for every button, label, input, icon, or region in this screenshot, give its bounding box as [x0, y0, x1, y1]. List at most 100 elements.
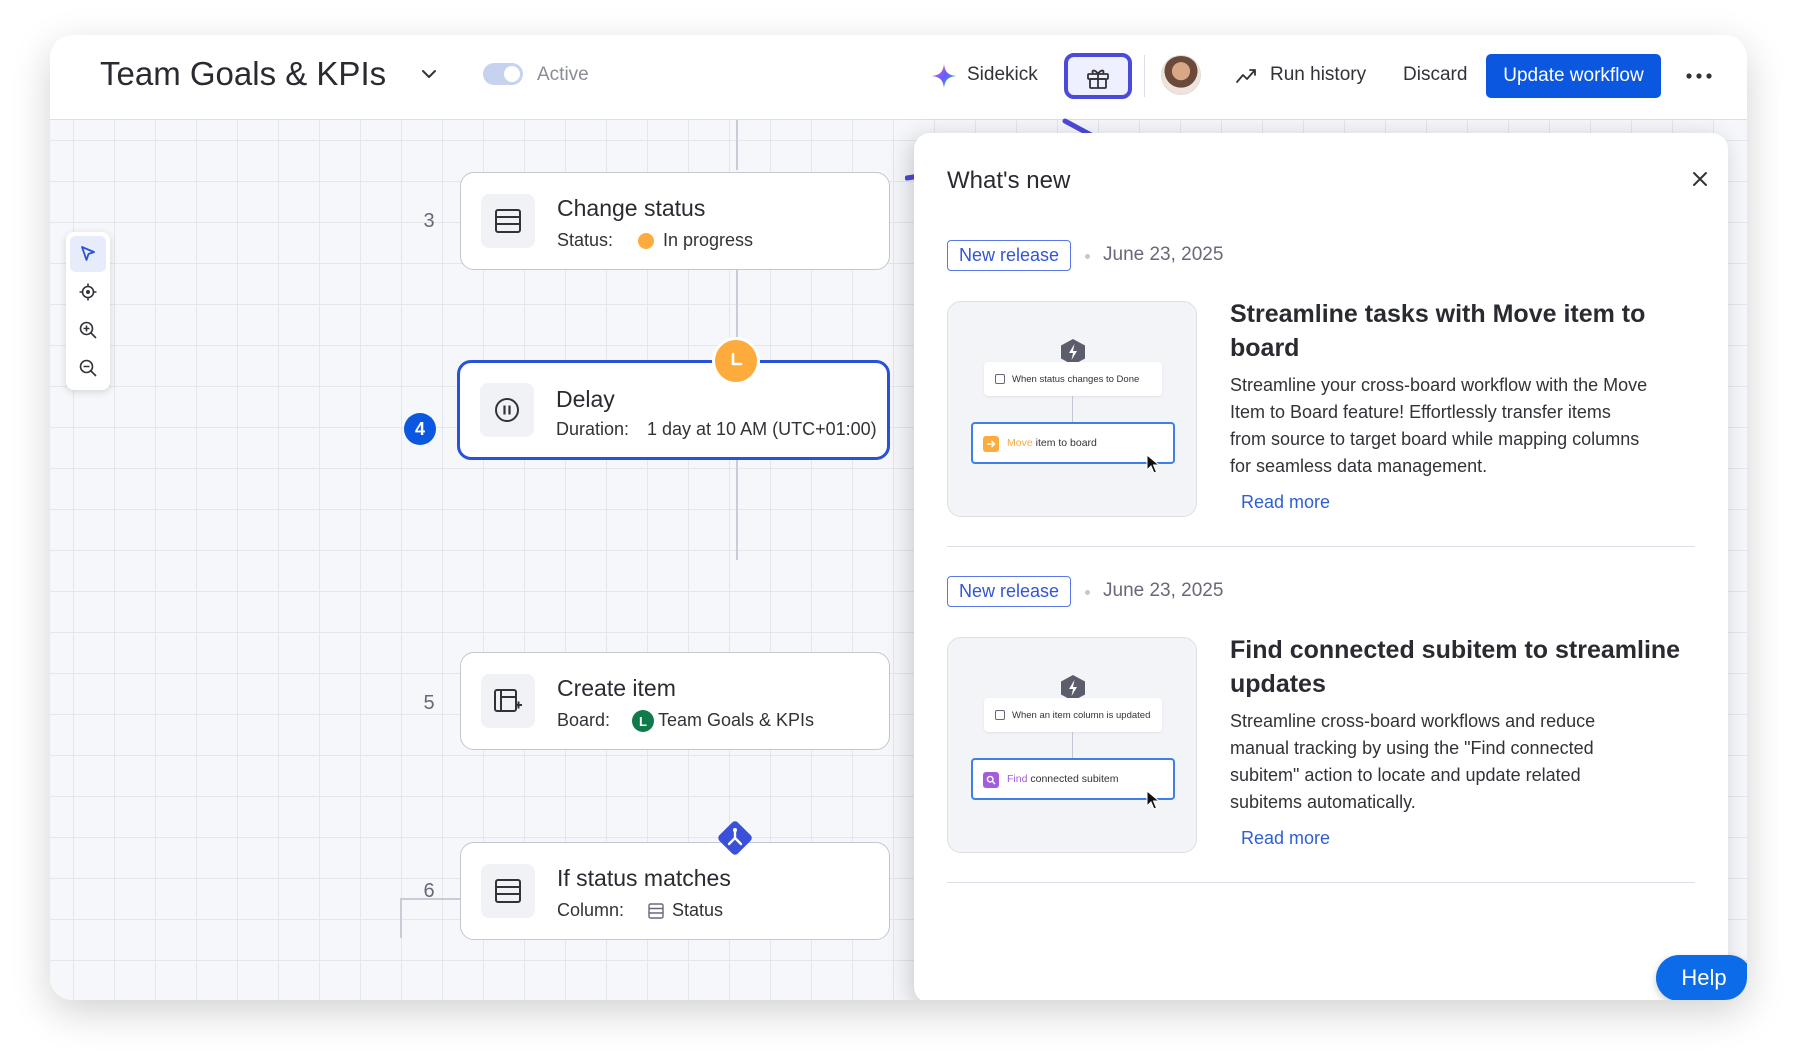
sidekick-button[interactable]: Sidekick [967, 64, 1038, 86]
workflow-title[interactable]: Team Goals & KPIs [100, 55, 386, 93]
table-icon [495, 209, 521, 233]
mouse-cursor-icon [1146, 454, 1160, 474]
whats-new-panel: What's new New release June 23, 2025 Whe… [914, 133, 1728, 1000]
branch-condition-icon [718, 821, 752, 855]
update-workflow-button[interactable]: Update workflow [1486, 54, 1661, 98]
mouse-cursor-icon [1146, 790, 1160, 810]
help-button[interactable]: Help [1656, 955, 1747, 1000]
preview-action-accent: Find [1007, 773, 1028, 785]
clock-badge [712, 337, 760, 385]
toggle-knob [504, 66, 520, 82]
active-status-label: Active [537, 64, 589, 85]
flow-connector [736, 120, 738, 170]
news-title: Find connected subitem to streamline upd… [1230, 636, 1681, 698]
header-divider [1144, 55, 1145, 97]
step-title: Delay [556, 386, 615, 412]
step-number-active: 4 [404, 413, 436, 445]
close-icon[interactable] [1690, 169, 1710, 189]
step-title: Create item [557, 675, 676, 701]
panel-divider [947, 546, 1695, 547]
clock-icon [731, 352, 743, 366]
create-item-icon [494, 689, 522, 712]
step-card-change-status[interactable]: Change status Status: In progress [460, 172, 890, 270]
step-title: Change status [557, 195, 706, 221]
whats-new-button[interactable] [1064, 53, 1132, 99]
gift-icon [1087, 69, 1109, 89]
preview-action-accent: Move [1007, 437, 1033, 449]
trend-icon [1236, 69, 1256, 83]
step-field-value: Status [672, 900, 724, 920]
target-icon [79, 283, 97, 301]
step-title: If status matches [557, 865, 731, 891]
step-field-value: Team Goals & KPIs [658, 710, 815, 730]
branch-connector [400, 898, 402, 938]
preview-table-icon [995, 710, 1005, 720]
zoom-out-button[interactable] [70, 350, 106, 386]
run-history-button[interactable]: Run history [1270, 64, 1366, 86]
step-number: 6 [423, 880, 435, 902]
preview-trigger-box: When an item column is updated [984, 698, 1162, 732]
read-more-link[interactable]: Read more [1241, 828, 1330, 849]
news-body: Streamline your cross-board workflow wit… [1230, 375, 1648, 476]
automation-window: 3 Change status Status: In progress 4 De… [50, 35, 1747, 1000]
preview-action-box: Move item to board [971, 422, 1175, 464]
release-date: June 23, 2025 [1103, 244, 1224, 265]
preview-action-text: item to board [1032, 437, 1097, 449]
preview-action-box: Find connected subitem [971, 758, 1175, 800]
pointer-icon [81, 246, 95, 261]
step-card-delay[interactable]: Delay Duration: 1 day at 10 AM (UTC+01:0… [457, 360, 890, 460]
workflow-header: Team Goals & KPIs Active Sidekick Run hi… [50, 35, 1747, 120]
step-field-label: Duration: [556, 419, 630, 439]
feature-preview-image: When status changes to Done Move item to… [947, 301, 1197, 517]
separator-dot [1085, 254, 1090, 259]
preview-trigger-text: When status changes to Done [1012, 373, 1140, 385]
recenter-button[interactable] [70, 274, 106, 310]
step-card-create-item[interactable]: Create item Board: L Team Goals & KPIs [460, 652, 890, 750]
canvas-toolbar [66, 232, 110, 390]
step-icon-box [480, 383, 534, 437]
pause-icon [495, 398, 519, 422]
step-field-value: 1 day at 10 AM (UTC+01:00) [647, 419, 877, 439]
step-field-label: Column: [557, 900, 625, 920]
separator-dot [1085, 590, 1090, 595]
flow-connector [736, 460, 738, 560]
status-color-dot [638, 233, 654, 249]
move-arrow-icon [983, 436, 999, 452]
zoom-out-icon [79, 359, 97, 377]
step-number: 3 [423, 210, 435, 232]
select-tool-button[interactable] [70, 236, 106, 272]
news-title: Streamline tasks with Move item to board [1230, 300, 1646, 362]
preview-trigger-text: When an item column is updated [1012, 709, 1151, 721]
step-icon-box [481, 674, 535, 728]
step-icon-box [481, 194, 535, 248]
step-field-label: Board: [557, 710, 611, 730]
zoom-in-icon [79, 321, 97, 339]
feature-preview-image: When an item column is updated Find conn… [947, 637, 1197, 853]
read-more-link[interactable]: Read more [1241, 492, 1330, 513]
preview-table-icon [995, 374, 1005, 384]
column-icon [648, 903, 664, 919]
active-toggle[interactable] [483, 63, 523, 85]
zoom-in-button[interactable] [70, 312, 106, 348]
user-avatar[interactable] [1161, 55, 1201, 95]
step-field-label: Status: [557, 230, 614, 250]
step-card-if-status-matches[interactable]: If status matches Column: Status [460, 842, 890, 940]
preview-connector [1072, 732, 1073, 758]
step-number: 5 [423, 692, 435, 714]
panel-divider [947, 882, 1695, 883]
news-body: Streamline cross-board workflows and red… [1230, 711, 1596, 812]
board-avatar-badge: L [632, 710, 654, 732]
sparkle-icon[interactable] [931, 63, 957, 89]
search-icon [983, 772, 999, 788]
panel-title: What's new [947, 167, 1071, 194]
chevron-down-icon[interactable] [417, 62, 441, 86]
preview-trigger-box: When status changes to Done [984, 362, 1162, 396]
table-icon [495, 879, 521, 903]
more-options-icon[interactable] [1684, 71, 1714, 81]
step-field-value: In progress [663, 230, 754, 250]
discard-button[interactable]: Discard [1403, 64, 1467, 86]
release-tag: New release [947, 240, 1072, 271]
release-tag: New release [947, 576, 1072, 607]
preview-connector [1072, 396, 1073, 422]
preview-action-text: connected subitem [1027, 773, 1119, 785]
